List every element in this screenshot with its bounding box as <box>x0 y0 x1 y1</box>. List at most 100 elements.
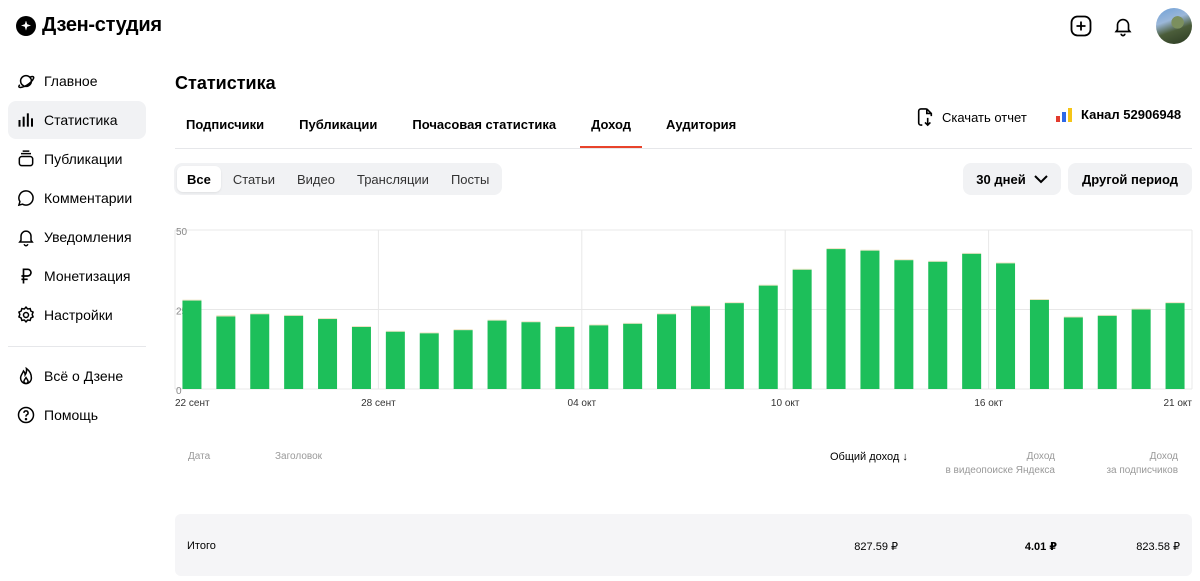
sidebar-item-label: Помощь <box>44 407 99 423</box>
sidebar-item-label: Монетизация <box>44 268 131 284</box>
tab-income[interactable]: Доход <box>580 103 643 148</box>
total-income-value: 827.59 ₽ <box>854 541 898 553</box>
sidebar-item-monetization[interactable]: Монетизация <box>8 257 146 295</box>
sidebar-item-main[interactable]: Главное <box>8 62 146 100</box>
chart-x-tick-label: 04 окт <box>568 398 597 409</box>
chart-bar[interactable] <box>724 303 744 389</box>
sidebar-item-settings[interactable]: Настройки <box>8 296 146 334</box>
channel-selector[interactable]: Канал 52906948 <box>1056 107 1181 122</box>
chart-bar[interactable] <box>962 253 982 389</box>
chart-bar[interactable] <box>318 319 338 389</box>
download-report-button[interactable]: Скачать отчет <box>916 107 1027 127</box>
sidebar-item-notifications[interactable]: Уведомления <box>8 218 146 256</box>
filter-streams[interactable]: Трансляции <box>347 166 439 192</box>
flame-icon <box>16 366 36 386</box>
period-label: 30 дней <box>976 171 1026 187</box>
total-label: Итого <box>187 540 216 552</box>
chart-bar[interactable] <box>690 306 710 389</box>
tab-subscribers[interactable]: Подписчики <box>175 103 275 145</box>
chart-bar[interactable] <box>1097 315 1117 389</box>
sidebar-item-label: Публикации <box>44 151 123 167</box>
tab-publications[interactable]: Публикации <box>288 103 388 145</box>
filter-video[interactable]: Видео <box>287 166 345 192</box>
chart-y-tick-label: 0 <box>176 386 182 397</box>
chart-bar[interactable] <box>521 322 541 389</box>
sidebar-item-label: Настройки <box>44 307 113 323</box>
filter-articles[interactable]: Статьи <box>223 166 285 192</box>
user-avatar[interactable] <box>1156 8 1192 44</box>
column-subscriber-income[interactable]: Доход за подписчиков <box>1106 450 1178 478</box>
sidebar-item-help[interactable]: Помощь <box>8 396 146 434</box>
chart-bar-top-segment <box>419 332 439 334</box>
chart-bar-top-segment <box>521 321 541 323</box>
filter-all[interactable]: Все <box>177 166 221 192</box>
chart-bar[interactable] <box>1165 303 1185 389</box>
other-period-button[interactable]: Другой период <box>1068 163 1192 195</box>
chart-bar[interactable] <box>589 325 609 389</box>
sidebar-item-statistics[interactable]: Статистика <box>8 101 146 139</box>
sidebar-item-label: Статистика <box>44 112 118 128</box>
chart-bar-top-segment <box>453 329 473 331</box>
table-total-row: Итого 827.59 ₽ 4.01 ₽ 823.58 ₽ <box>175 514 1192 576</box>
total-video-income-value: 4.01 ₽ <box>1024 541 1057 553</box>
chart-bar[interactable] <box>996 263 1016 389</box>
chart-bar-top-segment <box>487 319 507 321</box>
chart-bar[interactable] <box>216 316 236 389</box>
column-date[interactable]: Дата <box>188 450 210 464</box>
chart-bar-top-segment <box>826 248 846 250</box>
notifications-button[interactable] <box>1110 13 1136 39</box>
create-button[interactable] <box>1068 13 1094 39</box>
sidebar-item-label: Главное <box>44 73 98 89</box>
sidebar-item-label: Всё о Дзене <box>44 368 124 384</box>
column-video-income[interactable]: Доход в видеопоиске Яндекса <box>945 450 1055 478</box>
tab-hourly[interactable]: Почасовая статистика <box>401 103 567 145</box>
column-subscriber-income-line2: за подписчиков <box>1106 465 1178 476</box>
sidebar: Главное Статистика Публикации Комментари… <box>8 62 146 435</box>
chart-bar[interactable] <box>657 314 677 389</box>
chart-bar[interactable] <box>250 314 270 389</box>
chart-bar[interactable] <box>555 326 575 389</box>
chart-bar[interactable] <box>1063 317 1083 389</box>
chart-bar[interactable] <box>487 320 507 389</box>
filter-posts[interactable]: Посты <box>441 166 499 192</box>
chart-bar-top-segment <box>318 318 338 320</box>
help-icon <box>16 405 36 425</box>
chart-bar-top-segment <box>182 299 202 301</box>
chart-bar[interactable] <box>1131 309 1151 390</box>
chart-bar[interactable] <box>860 250 880 389</box>
chart-bar-top-segment <box>962 252 982 254</box>
chart-bar[interactable] <box>623 323 643 389</box>
chart-bar[interactable] <box>758 285 778 389</box>
logo[interactable]: Дзен-студия <box>16 14 162 37</box>
chart-bar[interactable] <box>826 249 846 389</box>
top-actions <box>1068 8 1192 44</box>
column-subscriber-income-line1: Доход <box>1149 451 1178 462</box>
chart-bar-top-segment <box>351 326 371 327</box>
chart-bar[interactable] <box>928 261 948 389</box>
chart-bar[interactable] <box>453 330 473 389</box>
chart-bar-top-segment <box>555 326 575 327</box>
chart-bar[interactable] <box>351 326 371 389</box>
total-subscriber-income-value: 823.58 ₽ <box>1136 541 1180 553</box>
income-chart: 5025022 сент 28 сент 04 окт 10 окт 16 окт 21 … <box>174 227 1193 409</box>
chart-bar[interactable] <box>894 260 914 389</box>
stats-tabs: Подписчики Публикации Почасовая статисти… <box>175 103 760 148</box>
column-title[interactable]: Заголовок <box>275 450 322 464</box>
chart-bar[interactable] <box>284 315 304 389</box>
chart-bar[interactable] <box>792 269 812 389</box>
chart-bar-top-segment <box>385 330 405 332</box>
bar-chart-icon <box>16 110 36 130</box>
chart-y-tick-label: 50 <box>176 227 188 238</box>
chart-bar-top-segment <box>623 322 643 324</box>
tab-audience[interactable]: Аудитория <box>655 103 747 145</box>
sidebar-item-comments[interactable]: Комментарии <box>8 179 146 217</box>
chart-bar[interactable] <box>1029 299 1049 389</box>
sidebar-item-about-zen[interactable]: Всё о Дзене <box>8 357 146 395</box>
chart-bar[interactable] <box>419 333 439 389</box>
chart-bar[interactable] <box>182 300 202 389</box>
gear-icon <box>16 305 36 325</box>
column-total-income[interactable]: Общий доход ↓ <box>830 450 908 464</box>
chart-bar[interactable] <box>385 331 405 389</box>
sidebar-item-publications[interactable]: Публикации <box>8 140 146 178</box>
period-dropdown[interactable]: 30 дней <box>963 163 1061 195</box>
